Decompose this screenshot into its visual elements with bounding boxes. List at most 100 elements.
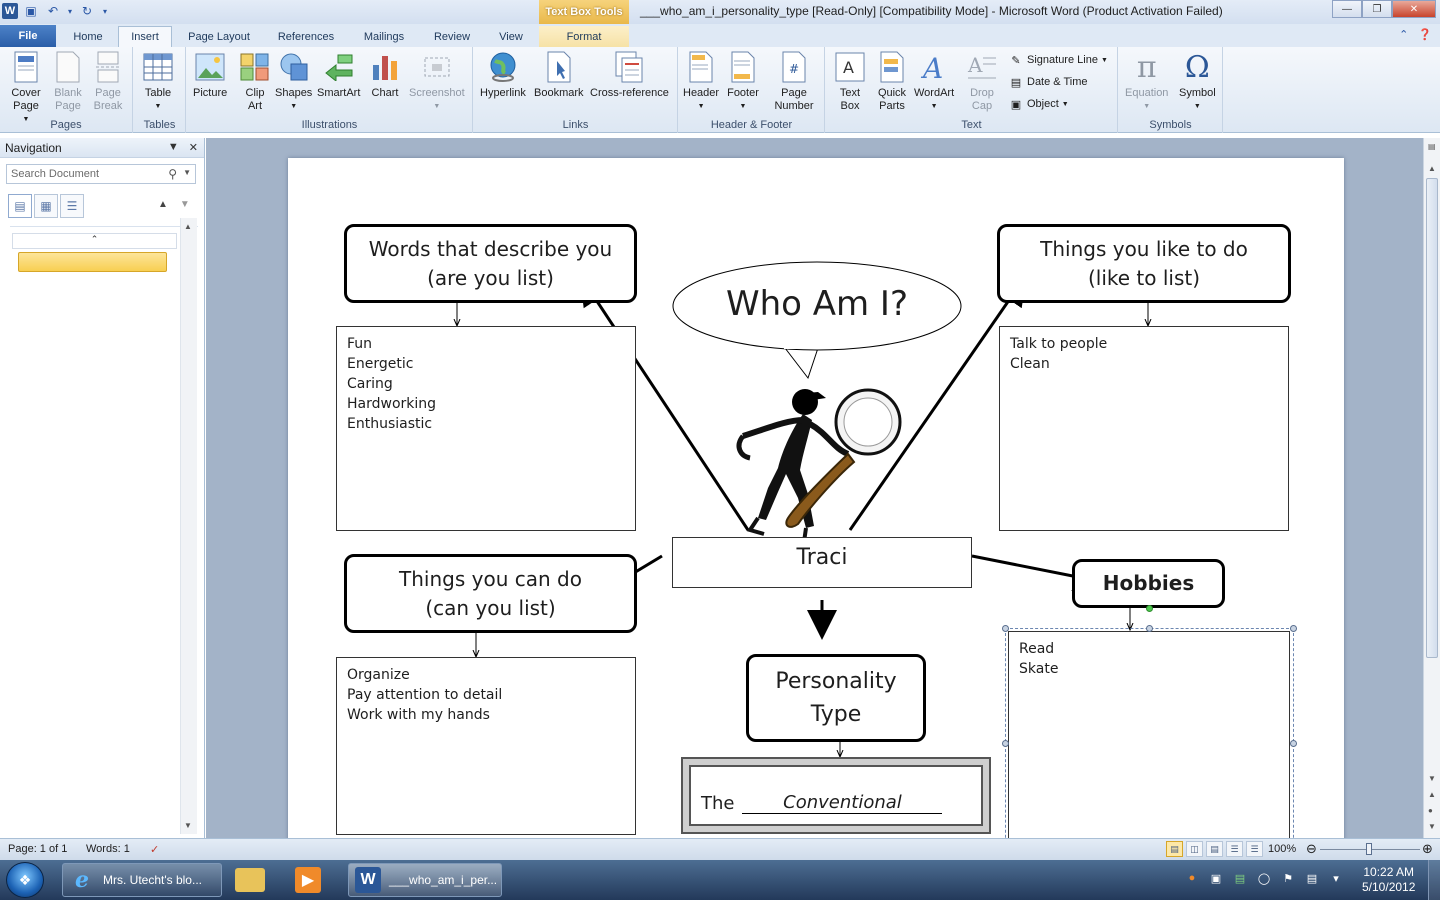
close-icon[interactable]: ✕ (189, 141, 198, 154)
taskbar-item-explorer[interactable] (228, 863, 278, 897)
browse-object-icon[interactable]: ● (1428, 806, 1433, 815)
hobbies-heading-box[interactable]: Hobbies (1072, 559, 1225, 608)
equation-button[interactable]: π Equation ▼ (1125, 51, 1168, 113)
screenshot-button[interactable]: Screenshot ▼ (409, 51, 465, 113)
scroll-down-icon[interactable]: ▼ (184, 821, 192, 830)
can-list-box[interactable]: Organize Pay attention to detail Work wi… (336, 657, 636, 835)
chevron-down-icon[interactable]: ▼ (183, 168, 191, 177)
browse-headings-tab[interactable]: ▤ (8, 194, 32, 218)
help-icon[interactable]: ❓ (1418, 28, 1432, 41)
minimize-button[interactable]: — (1332, 0, 1362, 18)
tab-references[interactable]: References (268, 26, 344, 47)
date-time-button[interactable]: ▤ Date & Time (1008, 75, 1088, 89)
describe-list-box[interactable]: Fun Energetic Caring Hardworking Enthusi… (336, 326, 636, 531)
action-center-flag-icon[interactable]: ⚑ (1280, 870, 1296, 886)
previous-page-icon[interactable]: ▲ (1428, 790, 1436, 799)
next-heading-icon[interactable]: ▼ (180, 199, 190, 210)
clock[interactable]: 10:22 AM 5/10/2012 (1362, 865, 1415, 895)
like-heading-box[interactable]: Things you like to do (like to list) (997, 224, 1291, 303)
tab-review[interactable]: Review (424, 26, 480, 47)
next-page-icon[interactable]: ▼ (1428, 822, 1436, 831)
resize-handle[interactable] (1002, 740, 1009, 747)
taskbar-item-browser[interactable]: e Mrs. Utecht's blo... (62, 863, 222, 897)
zoom-out-icon[interactable]: ⊖ (1306, 841, 1317, 857)
close-button[interactable]: ✕ (1392, 0, 1436, 18)
zoom-in-icon[interactable]: ⊕ (1422, 841, 1433, 857)
footer-button[interactable]: Footer ▼ (727, 51, 759, 113)
ruler-toggle-icon[interactable]: ▤ (1428, 142, 1436, 151)
tab-view[interactable]: View (488, 26, 534, 47)
signature-line-button[interactable]: ✎ Signature Line ▼ (1008, 53, 1108, 67)
full-screen-reading-button[interactable]: ◫ (1186, 841, 1203, 857)
personality-answer-box[interactable]: The Conventional (681, 757, 991, 834)
word-count[interactable]: Words: 1 (86, 843, 130, 855)
header-button[interactable]: Header ▼ (683, 51, 719, 113)
resize-handle[interactable] (1146, 625, 1153, 632)
tray-app-icon[interactable]: ● (1184, 870, 1200, 886)
tray-globe-icon[interactable]: ◯ (1256, 870, 1272, 886)
tray-monitor-icon[interactable]: ▤ (1232, 870, 1248, 886)
proofing-icon[interactable]: ✓ (150, 843, 159, 856)
clip-art-button[interactable]: Clip Art (239, 51, 271, 113)
symbol-button[interactable]: Ω Symbol ▼ (1179, 51, 1216, 113)
blank-page-button[interactable]: Blank Page (50, 51, 86, 113)
vertical-scrollbar[interactable]: ▤ ▲ ▼ ▲ ● ▼ (1423, 138, 1440, 838)
nav-scrollbar[interactable]: ▲ ▼ (180, 218, 197, 834)
scroll-up-icon[interactable]: ▲ (184, 222, 192, 231)
tray-network-app-icon[interactable]: ▣ (1208, 870, 1224, 886)
minimize-ribbon-icon[interactable]: ⌃ (1399, 28, 1408, 41)
drop-cap-button[interactable]: A Drop Cap (966, 51, 998, 113)
collapse-all-icon[interactable]: ⌃ (12, 233, 177, 249)
quick-parts-button[interactable]: Quick Parts (876, 51, 908, 113)
tab-file[interactable]: File (0, 25, 56, 47)
scroll-up-icon[interactable]: ▲ (1428, 164, 1436, 173)
zoom-level[interactable]: 100% (1268, 843, 1296, 855)
redo-icon[interactable]: ↻ (78, 2, 96, 20)
document-page[interactable]: Who Am I? Words that describe you (are y… (288, 158, 1344, 838)
maximize-button[interactable]: ❐ (1362, 0, 1392, 18)
scroll-thumb[interactable] (1426, 178, 1438, 658)
outline-view-button[interactable]: ☰ (1226, 841, 1243, 857)
save-icon[interactable]: ▣ (22, 2, 40, 20)
table-button[interactable]: Table ▼ (142, 51, 174, 113)
search-document-input[interactable]: Search Document ⚲ ▼ (6, 164, 196, 184)
smartart-button[interactable]: SmartArt (317, 51, 360, 100)
tab-format[interactable]: Format (539, 26, 629, 47)
name-box[interactable]: Traci (672, 537, 972, 588)
customize-qat-icon[interactable]: ▾ (100, 2, 110, 20)
scroll-down-icon[interactable]: ▼ (1428, 774, 1436, 783)
hyperlink-button[interactable]: Hyperlink (480, 51, 526, 100)
pane-menu-icon[interactable]: ▼ (168, 141, 179, 154)
volume-icon[interactable]: ▾ (1328, 870, 1344, 886)
like-list-box[interactable]: Talk to people Clean (999, 326, 1289, 531)
taskbar-item-media[interactable]: ▶ (288, 863, 338, 897)
can-heading-box[interactable]: Things you can do (can you list) (344, 554, 637, 633)
show-desktop-button[interactable] (1428, 860, 1440, 900)
undo-icon[interactable]: ↶ (44, 2, 62, 20)
text-box-button[interactable]: A Text Box (834, 51, 866, 113)
personality-heading-box[interactable]: Personality Type (746, 654, 926, 742)
resize-handle[interactable] (1290, 625, 1297, 632)
page-number-button[interactable]: # Page Number (769, 51, 819, 113)
resize-handle[interactable] (1002, 625, 1009, 632)
tab-home[interactable]: Home (62, 26, 114, 47)
resize-handle[interactable] (1290, 740, 1297, 747)
tab-mailings[interactable]: Mailings (352, 26, 416, 47)
word-app-icon[interactable]: W (2, 3, 18, 19)
zoom-slider-thumb[interactable] (1366, 843, 1372, 855)
wordart-button[interactable]: A WordArt ▼ (914, 51, 954, 113)
tab-insert[interactable]: Insert (118, 26, 172, 47)
browse-pages-tab[interactable]: ▦ (34, 194, 58, 218)
nav-heading-item[interactable] (18, 252, 167, 272)
browse-results-tab[interactable]: ☰ (60, 194, 84, 218)
rotate-handle[interactable] (1146, 605, 1153, 612)
chart-button[interactable]: Chart (369, 51, 401, 100)
previous-heading-icon[interactable]: ▲ (158, 199, 168, 210)
network-icon[interactable]: ▤ (1304, 870, 1320, 886)
cover-page-button[interactable]: Cover Page ▼ (6, 51, 46, 126)
describe-heading-box[interactable]: Words that describe you (are you list) (344, 224, 637, 303)
draft-view-button[interactable]: ☰ (1246, 841, 1263, 857)
taskbar-item-word[interactable]: W ___who_am_i_per... (348, 863, 502, 897)
object-button[interactable]: ▣ Object ▼ (1008, 97, 1069, 111)
bookmark-button[interactable]: Bookmark (534, 51, 584, 100)
